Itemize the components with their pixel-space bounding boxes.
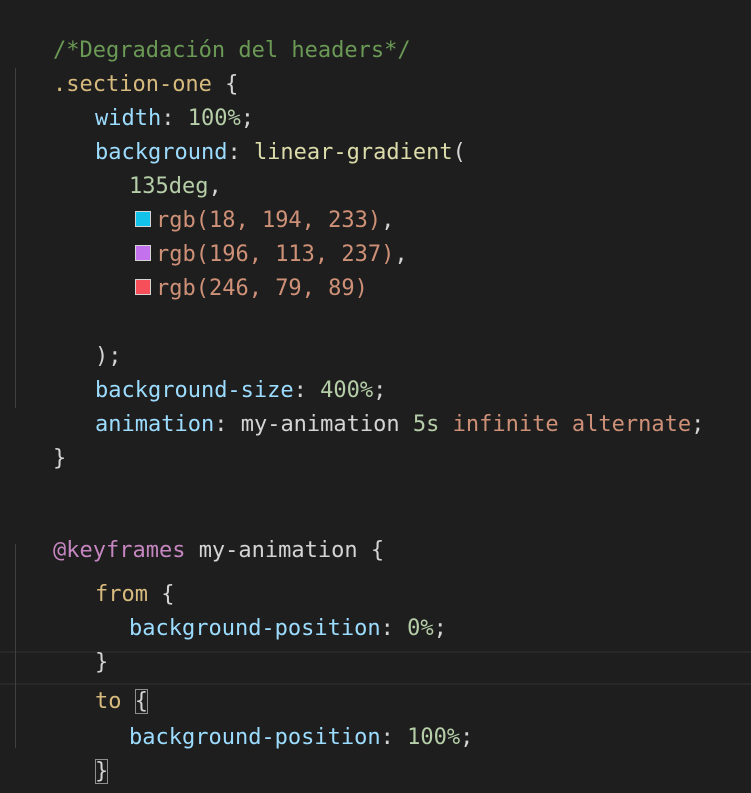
code-line-4: background: linear-gradient( [42,102,466,165]
code-line-20: } [42,721,109,784]
open-brace: { [370,538,385,563]
color-swatch-red[interactable] [134,279,151,295]
keyframes-name: my-animation [198,538,358,563]
code-line-16: background-position: 0%; [76,578,447,641]
code-line-14: @keyframes my-animation { [0,500,384,563]
code-line-21: } [0,759,66,793]
code-line-18: to { [42,651,148,714]
code-line-11: animation: my-animation 5s infinite alte… [42,374,704,437]
property-background-position: background-position [128,725,381,750]
comma: , [394,242,408,267]
colon: : [227,140,254,165]
colon: : [214,412,241,437]
code-line-7: rgb(196, 113, 237), [82,204,408,267]
value-position-to: 100% [407,725,461,750]
animation-duration: 5s [412,412,440,437]
code-line-5: 135deg, [76,136,222,199]
animation-name: my-animation [240,412,400,437]
property-animation: animation [94,412,215,437]
code-line-19: background-position: 100%; [76,687,473,750]
animation-iteration: infinite [452,412,559,437]
semicolon: ; [691,412,705,437]
code-line-3: width: 100%; [42,68,254,131]
function-linear-gradient: linear-gradient [253,140,453,165]
semicolon: ; [433,616,447,641]
color-value-3: rgb(246, 79, 89) [155,276,368,301]
code-line-15: from { [42,544,174,607]
code-line-17: } [42,612,108,675]
colon: : [380,616,408,641]
value-position-from: 0% [407,616,434,641]
code-line-6: rgb(18, 194, 233), [82,170,394,233]
code-line-12: } [0,408,66,471]
code-line-8: rgb(246, 79, 89) [82,238,368,301]
code-line-2: .section-one { [0,34,238,97]
matched-close-brace: } [94,759,109,784]
colon: : [380,725,408,750]
code-line-9: ); [42,306,122,369]
animation-direction: alternate [571,412,692,437]
close-brace: } [52,446,67,471]
code-editor[interactable]: /*Degradación del headers*/ .section-one… [0,0,751,793]
code-line-10: background-size: 400%; [42,340,386,403]
code-line-1: /*Degradación del headers*/ [0,0,411,63]
semicolon: ; [460,725,474,750]
open-paren: ( [452,140,466,165]
property-background-position: background-position [128,616,381,641]
